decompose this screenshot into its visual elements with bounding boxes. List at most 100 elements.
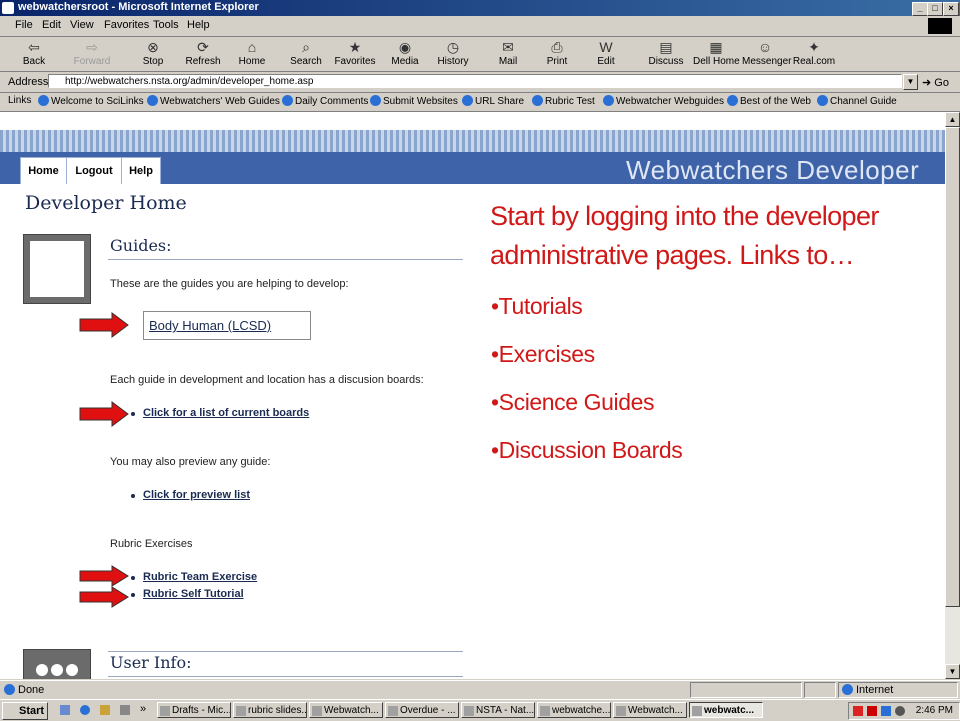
maximize-button[interactable]: □ <box>927 2 943 16</box>
nav-help-tab[interactable]: Help <box>121 157 161 184</box>
guides-divider <box>108 259 463 260</box>
address-dropdown-button[interactable]: ▼ <box>903 74 918 90</box>
ie-page-icon <box>727 95 738 106</box>
link-url-share[interactable]: URL Share <box>462 95 524 107</box>
link-webwatchers-web-guides[interactable]: Webwatchers' Web Guides <box>147 95 280 107</box>
link-best-of-the-web[interactable]: Best of the Web <box>727 95 811 107</box>
task-webwatch-1[interactable]: Webwatch... <box>309 702 383 718</box>
rubric-self-tutorial-link[interactable]: Rubric Self Tutorial <box>143 588 244 600</box>
scroll-down-button[interactable]: ▼ <box>945 664 960 679</box>
menu-favorites[interactable]: Favorites <box>104 19 149 31</box>
media-button[interactable]: ◉ Media <box>383 37 427 71</box>
outlook-icon <box>160 706 170 716</box>
preview-link[interactable]: Click for preview list <box>143 489 250 501</box>
task-webwatch-2[interactable]: Webwatch... <box>613 702 687 718</box>
guides-intro-text: These are the guides you are helping to … <box>110 278 349 290</box>
site-brand: Webwatchers Developer <box>626 155 920 185</box>
system-tray: 2:46 PM <box>848 702 960 720</box>
search-button[interactable]: ⌕ Search <box>284 37 328 71</box>
tray-icon[interactable] <box>853 706 863 716</box>
internet-globe-icon <box>842 684 853 695</box>
back-button[interactable]: ⇦ Back <box>12 37 56 71</box>
link-rubric-test[interactable]: Rubric Test <box>532 95 595 107</box>
quicklaunch-more-icon[interactable]: » <box>140 703 146 715</box>
mail-button[interactable]: ✉ Mail <box>486 37 530 71</box>
task-webwatc-active[interactable]: webwatc... <box>689 702 763 718</box>
app-icon <box>312 706 322 716</box>
quicklaunch-desktop-icon[interactable] <box>60 705 70 715</box>
bullet-dot <box>131 412 135 416</box>
annotation-bullet-discussion-boards: •Discussion Boards <box>491 437 683 463</box>
nav-logout-tab[interactable]: Logout <box>66 157 122 184</box>
vertical-scrollbar[interactable]: ▲ ▼ <box>945 112 960 679</box>
annotation-line-2: administrative pages. Links to… <box>490 240 855 270</box>
clock: 2:46 PM <box>915 705 953 716</box>
scroll-up-button[interactable]: ▲ <box>945 112 960 127</box>
menu-view[interactable]: View <box>70 19 94 31</box>
menu-file[interactable]: File <box>15 19 33 31</box>
guide-link-body-human[interactable]: Body Human (LCSD) <box>143 311 311 340</box>
home-icon: ⌂ <box>247 39 257 55</box>
standard-toolbar: ⇦ Back ⇨ Forward ⊗ Stop ⟳ Refresh ⌂ Home ⌕ Sea… <box>0 37 960 72</box>
quicklaunch-outlook-icon[interactable] <box>100 705 110 715</box>
menu-help[interactable]: Help <box>187 19 210 31</box>
ie-page-icon <box>462 95 473 106</box>
nav-home-tab[interactable]: Home <box>20 157 67 184</box>
preview-text: You may also preview any guide: <box>110 456 271 468</box>
link-welcome-scilinks[interactable]: Welcome to SciLinks <box>38 95 144 107</box>
status-zone: Internet <box>856 684 894 696</box>
window-title-bar[interactable]: webwatchersroot - Microsoft Internet Exp… <box>0 0 960 16</box>
print-button[interactable]: ⎙ Print <box>535 37 579 71</box>
task-overdue[interactable]: Overdue - ... <box>385 702 459 718</box>
home-button[interactable]: ⌂ Home <box>230 37 274 71</box>
ie-page-icon <box>817 95 828 106</box>
link-daily-comments[interactable]: Daily Comments <box>282 95 368 107</box>
links-label: Links <box>8 95 32 106</box>
real-com-button[interactable]: ✦ Real.com <box>791 37 837 71</box>
task-rubric-slides[interactable]: rubric slides... <box>233 702 307 718</box>
go-label: Go <box>934 77 949 89</box>
refresh-button[interactable]: ⟳ Refresh <box>181 37 225 71</box>
stop-button[interactable]: ⊗ Stop <box>131 37 175 71</box>
minimize-button[interactable]: _ <box>912 2 928 16</box>
task-drafts[interactable]: Drafts - Mic... <box>157 702 231 718</box>
address-input[interactable]: http://webwatchers.nsta.org/admin/develo… <box>48 74 902 88</box>
task-nsta[interactable]: NSTA - Nat... <box>461 702 535 718</box>
menu-edit[interactable]: Edit <box>42 19 61 31</box>
dell-home-button[interactable]: ▦ Dell Home <box>693 37 740 71</box>
discuss-button[interactable]: ▤ Discuss <box>644 37 688 71</box>
red-arrow-icon <box>79 401 129 427</box>
mail-icon: ✉ <box>502 39 514 55</box>
user-info-divider <box>108 676 463 677</box>
tray-icon[interactable] <box>867 706 877 716</box>
scroll-thumb[interactable] <box>945 127 960 607</box>
quicklaunch-app-icon[interactable] <box>120 705 130 715</box>
annotation-bullet-science-guides: •Science Guides <box>491 389 655 415</box>
go-button[interactable]: ➜ Go <box>922 76 949 89</box>
go-arrow-icon: ➜ <box>922 77 932 89</box>
history-button[interactable]: ◷ History <box>431 37 475 71</box>
boards-link[interactable]: Click for a list of current boards <box>143 407 309 419</box>
rubric-team-exercise-link[interactable]: Rubric Team Exercise <box>143 571 257 583</box>
tray-icon[interactable] <box>881 706 891 716</box>
forward-button[interactable]: ⇨ Forward <box>70 37 114 71</box>
tray-icon[interactable] <box>895 706 905 716</box>
address-label: Address <box>8 76 49 88</box>
user-info-heading: User Info: <box>110 653 192 672</box>
link-webwatcher-webguides[interactable]: Webwatcher Webguides <box>603 95 724 107</box>
ie-page-icon <box>603 95 614 106</box>
guides-heading: Guides: <box>110 236 172 255</box>
user-info-icon <box>23 649 91 679</box>
status-zone-cell: Internet <box>838 682 958 698</box>
back-arrow-icon: ⇦ <box>28 39 40 55</box>
messenger-button[interactable]: ☺ Messenger <box>742 37 791 71</box>
start-button[interactable]: Start <box>2 702 48 720</box>
edit-button[interactable]: W Edit <box>584 37 628 71</box>
task-webwatche[interactable]: webwatche... <box>537 702 611 718</box>
link-submit-websites[interactable]: Submit Websites <box>370 95 458 107</box>
quicklaunch-ie-icon[interactable] <box>80 705 90 715</box>
menu-tools[interactable]: Tools <box>153 19 179 31</box>
close-button[interactable]: × <box>943 2 959 16</box>
favorites-button[interactable]: ★ Favorites <box>333 37 377 71</box>
link-channel-guide[interactable]: Channel Guide <box>817 95 897 107</box>
